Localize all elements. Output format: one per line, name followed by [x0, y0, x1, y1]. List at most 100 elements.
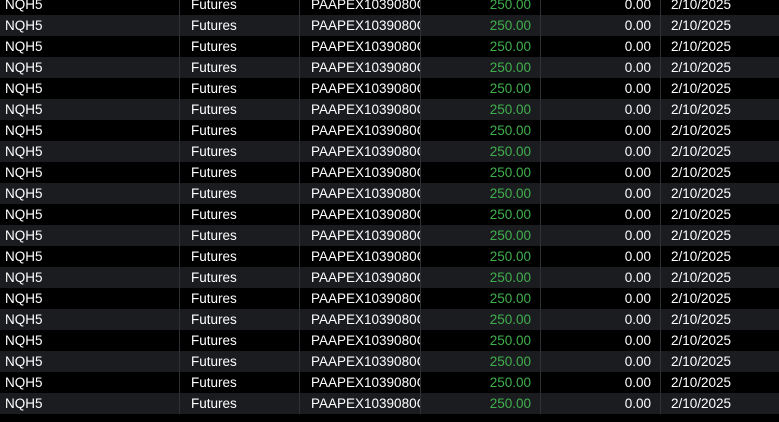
quantity-cell: 250.00: [421, 204, 541, 225]
date-cell: 2/10/2025: [671, 39, 732, 54]
date-cell: 2/10/2025: [671, 0, 732, 12]
symbol-cell: NQH5: [0, 267, 180, 288]
account-cell: PAAPEX1039080C: [300, 120, 421, 141]
date-cell: 2/10/2025: [671, 270, 732, 285]
type-cell: Futures: [180, 204, 300, 225]
account-cell: PAAPEX1039080C: [300, 351, 421, 372]
account-cell: PAAPEX1039080C: [300, 183, 421, 204]
symbol-cell: NQH5: [0, 120, 180, 141]
account-cell: PAAPEX1039080C: [300, 246, 421, 267]
table-row[interactable]: NQH5 Futures PAAPEX1039080C 250.00 0.00 2/10/…: [0, 162, 779, 183]
symbol-cell: NQH5: [0, 225, 180, 246]
account-cell: PAAPEX1039080C: [300, 141, 421, 162]
type-cell: Futures: [180, 330, 300, 351]
quantity-cell: 250.00: [421, 99, 541, 120]
symbol-cell: NQH5: [0, 15, 180, 36]
account-cell: PAAPEX1039080C: [300, 99, 421, 120]
price-cell: 0.00: [541, 225, 661, 246]
date-cell: 2/10/2025: [671, 354, 732, 369]
date-cell: 2/10/2025: [671, 291, 732, 306]
date-cell: 2/10/2025: [671, 207, 732, 222]
date-cell: 2/10/2025: [671, 375, 732, 390]
table-row[interactable]: NQH5 Futures PAAPEX1039080C 250.00 0.00 2/10/…: [0, 120, 779, 141]
price-cell: 0.00: [541, 99, 661, 120]
account-cell: PAAPEX1039080C: [300, 225, 421, 246]
account-cell: PAAPEX1039080C: [300, 393, 421, 414]
price-cell: 0.00: [541, 15, 661, 36]
date-cell: 2/10/2025: [671, 249, 732, 264]
price-cell: 0.00: [541, 162, 661, 183]
date-cell: 2/10/2025: [671, 396, 732, 411]
type-cell: Futures: [180, 309, 300, 330]
symbol-cell: NQH5: [0, 351, 180, 372]
account-cell: PAAPEX1039080C: [300, 57, 421, 78]
symbol-cell: NQH5: [0, 36, 180, 57]
date-cell: 2/10/2025: [671, 333, 732, 348]
table-row[interactable]: NQH5 Futures PAAPEX1039080C 250.00 0.00 2/10/…: [0, 36, 779, 57]
type-cell: Futures: [180, 246, 300, 267]
table-row[interactable]: NQH5 Futures PAAPEX1039080C 250.00 0.00 2/10/…: [0, 393, 779, 414]
table-row[interactable]: NQH5 Futures PAAPEX1039080C 250.00 0.00 2/10/…: [0, 99, 779, 120]
account-cell: PAAPEX1039080C: [300, 78, 421, 99]
symbol-cell: NQH5: [0, 309, 180, 330]
price-cell: 0.00: [541, 204, 661, 225]
price-cell: 0.00: [541, 351, 661, 372]
orders-grid: NQH5 Futures PAAPEX1039080C 250.00 0.00 2/10/…: [0, 0, 779, 422]
quantity-cell: 250.00: [421, 372, 541, 393]
date-cell: 2/10/2025: [671, 228, 732, 243]
type-cell: Futures: [180, 162, 300, 183]
symbol-cell: NQH5: [0, 288, 180, 309]
type-cell: Futures: [180, 36, 300, 57]
quantity-cell: 250.00: [421, 288, 541, 309]
date-cell: 2/10/2025: [671, 312, 732, 327]
quantity-cell: 250.00: [421, 15, 541, 36]
type-cell: Futures: [180, 15, 300, 36]
table-row[interactable]: NQH5 Futures PAAPEX1039080C 250.00 0.00 2/10/…: [0, 78, 779, 99]
type-cell: Futures: [180, 141, 300, 162]
type-cell: Futures: [180, 78, 300, 99]
table-row[interactable]: NQH5 Futures PAAPEX1039080C 250.00 0.00 2/10/…: [0, 246, 779, 267]
quantity-cell: 250.00: [421, 309, 541, 330]
table-row[interactable]: NQH5 Futures PAAPEX1039080C 250.00 0.00 2/10/…: [0, 309, 779, 330]
quantity-cell: 250.00: [421, 141, 541, 162]
date-cell: 2/10/2025: [671, 81, 732, 96]
quantity-cell: 250.00: [421, 57, 541, 78]
price-cell: 0.00: [541, 120, 661, 141]
table-row[interactable]: NQH5 Futures PAAPEX1039080C 250.00 0.00 2/10/…: [0, 57, 779, 78]
symbol-cell: NQH5: [0, 99, 180, 120]
account-cell: PAAPEX1039080C: [300, 0, 421, 15]
table-row[interactable]: NQH5 Futures PAAPEX1039080C 250.00 0.00 2/10/…: [0, 183, 779, 204]
table-row[interactable]: NQH5 Futures PAAPEX1039080C 250.00 0.00 2/10/…: [0, 225, 779, 246]
symbol-cell: NQH5: [0, 78, 180, 99]
price-cell: 0.00: [541, 141, 661, 162]
type-cell: Futures: [180, 393, 300, 414]
quantity-cell: 250.00: [421, 225, 541, 246]
account-cell: PAAPEX1039080C: [300, 330, 421, 351]
symbol-cell: NQH5: [0, 204, 180, 225]
table-row[interactable]: NQH5 Futures PAAPEX1039080C 250.00 0.00 2/10/…: [0, 0, 779, 15]
table-row[interactable]: NQH5 Futures PAAPEX1039080C 250.00 0.00 2/10/…: [0, 288, 779, 309]
account-cell: PAAPEX1039080C: [300, 36, 421, 57]
table-row[interactable]: NQH5 Futures PAAPEX1039080C 250.00 0.00 2/10/…: [0, 372, 779, 393]
table-row[interactable]: NQH5 Futures PAAPEX1039080C 250.00 0.00 2/10/…: [0, 267, 779, 288]
type-cell: Futures: [180, 351, 300, 372]
type-cell: Futures: [180, 120, 300, 141]
table-row[interactable]: NQH5 Futures PAAPEX1039080C 250.00 0.00 2/10/…: [0, 330, 779, 351]
price-cell: 0.00: [541, 57, 661, 78]
account-cell: PAAPEX1039080C: [300, 15, 421, 36]
table-row[interactable]: NQH5 Futures PAAPEX1039080C 250.00 0.00 2/10/…: [0, 15, 779, 36]
symbol-cell: NQH5: [0, 330, 180, 351]
price-cell: 0.00: [541, 267, 661, 288]
symbol-cell: NQH5: [0, 372, 180, 393]
price-cell: 0.00: [541, 393, 661, 414]
quantity-cell: 250.00: [421, 162, 541, 183]
type-cell: Futures: [180, 183, 300, 204]
account-cell: PAAPEX1039080C: [300, 267, 421, 288]
type-cell: Futures: [180, 372, 300, 393]
table-row[interactable]: NQH5 Futures PAAPEX1039080C 250.00 0.00 2/10/…: [0, 204, 779, 225]
type-cell: Futures: [180, 99, 300, 120]
account-cell: PAAPEX1039080C: [300, 162, 421, 183]
table-row[interactable]: NQH5 Futures PAAPEX1039080C 250.00 0.00 2/10/…: [0, 351, 779, 372]
table-row[interactable]: NQH5 Futures PAAPEX1039080C 250.00 0.00 2/10/…: [0, 141, 779, 162]
quantity-cell: 250.00: [421, 393, 541, 414]
